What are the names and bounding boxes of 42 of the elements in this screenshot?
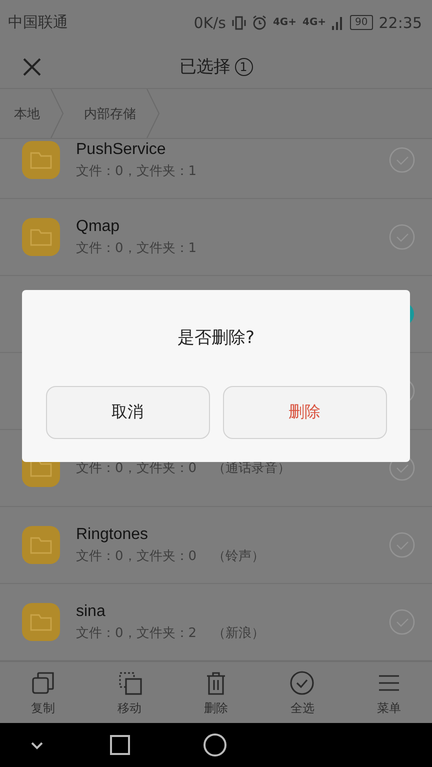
cancel-button[interactable]: 取消 — [46, 386, 210, 439]
toolbar-button[interactable]: 菜单 — [346, 662, 432, 724]
folder-icon — [22, 141, 60, 179]
folder-icon — [22, 603, 60, 641]
signal-icon — [332, 16, 344, 30]
screen-title: 已选择 — [180, 56, 230, 78]
breadcrumb-item[interactable]: 本地 — [14, 104, 40, 122]
file-name: Qmap — [76, 218, 121, 236]
carrier-name: 中国联通 — [8, 13, 68, 32]
toolbar-button[interactable]: 复制 — [0, 662, 86, 724]
file-details: 文件：0，文件夹：0 — [76, 460, 197, 477]
move-icon — [116, 670, 143, 696]
clock-time: 22:35 — [378, 14, 422, 32]
folder-note: （新浪） — [212, 624, 265, 642]
delete-button[interactable]: 删除 — [222, 386, 386, 439]
file-name: Ringtones — [76, 526, 150, 544]
toolbar-button[interactable]: 全选 — [259, 662, 346, 724]
file-name: PushService — [76, 140, 167, 158]
file-details: 文件：0，文件夹：1 — [76, 162, 197, 180]
selection-count: 1 — [234, 58, 252, 76]
network-speed: 0K/s — [194, 14, 226, 32]
file-details: 文件：0，文件夹：0 — [76, 548, 197, 564]
network-type: 4G+ — [302, 18, 326, 28]
square-icon[interactable] — [109, 734, 131, 756]
folder-icon — [22, 218, 60, 256]
folder-icon — [22, 526, 60, 564]
breadcrumb-item[interactable]: 内部存储 — [84, 104, 136, 122]
vibrate-icon — [232, 14, 246, 30]
check-circle-icon — [289, 670, 316, 696]
alarm-icon — [252, 15, 267, 30]
network-type: 4G+ — [272, 18, 296, 28]
toolbar-button[interactable]: 删除 — [172, 662, 260, 724]
copy-icon — [30, 670, 56, 696]
file-details: 文件：0，文件夹：1 — [76, 240, 197, 256]
toolbar-button[interactable]: 移动 — [86, 662, 173, 724]
file-details: 文件：0，文件夹：2 — [76, 624, 197, 642]
dialog-message: 是否删除? — [177, 327, 255, 349]
circle-icon[interactable] — [203, 733, 227, 757]
close-icon[interactable] — [22, 56, 42, 76]
folder-note: （铃声） — [212, 548, 265, 564]
battery-level: 90 — [350, 15, 373, 30]
file-name: sina — [76, 602, 106, 620]
